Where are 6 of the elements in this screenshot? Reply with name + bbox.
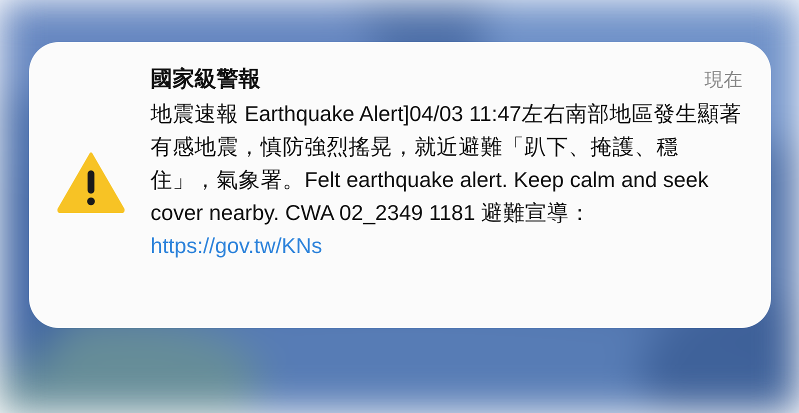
message-text: 地震速報 Earthquake Alert]04/03 11:47左右南部地區發生顯著有感地震，慎防強烈搖晃，就近避難「趴下、掩護、穩住」，氣象署。Felt earthquake alert. Keep calm and seek cover nearby. CWA 02_2349 1181 避難宣導： https://gov.tw/KNs bbox=[150, 101, 742, 260]
link[interactable]: https://gov.tw/KNs bbox=[150, 234, 322, 258]
notification-title: 國家級警報 bbox=[150, 65, 260, 93]
timestamp: 現在 bbox=[704, 69, 742, 93]
notification-card[interactable]: 國家級警報 現在 地震速報 Earthquake Alert]04/03 11:47左右南部地區發生顯著有感地震，慎防強烈搖晃，就近避難「趴下、掩護、穩住」，氣象署。Felt earthquake alert. Keep calm and seek cover nearby. CWA 02_2349 1181 避難宣導： https://gov.tw/KNs bbox=[28, 42, 770, 328]
warning-icon bbox=[56, 151, 124, 213]
